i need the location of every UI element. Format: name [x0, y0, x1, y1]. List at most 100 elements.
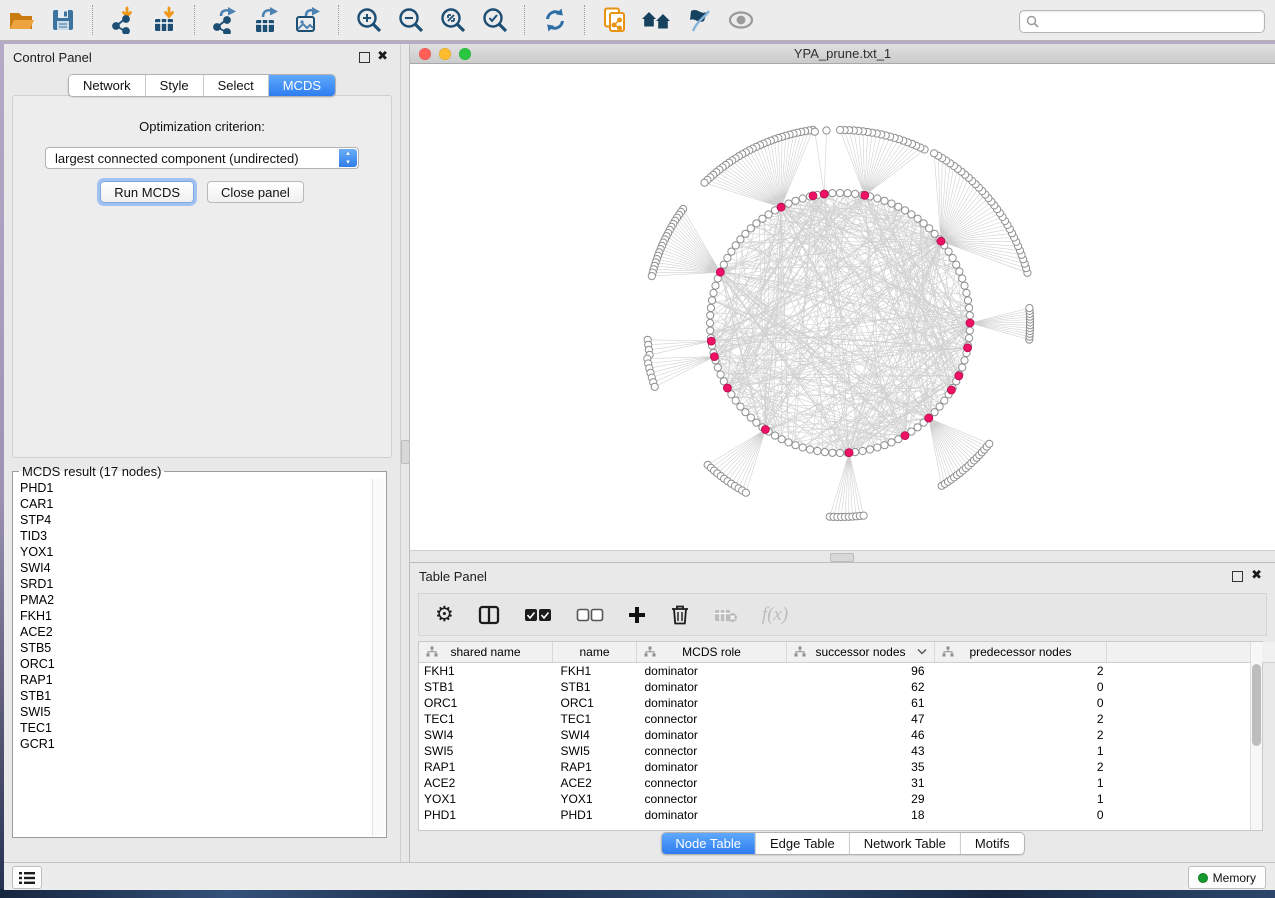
table-settings-icon[interactable]: ⚙: [435, 604, 454, 625]
optimization-criterion-select[interactable]: largest connected component (undirected)…: [45, 147, 359, 169]
delete-table-icon: [714, 607, 738, 623]
close-panel-icon[interactable]: ✖: [1251, 568, 1262, 582]
mcds-result-item[interactable]: STB1: [20, 688, 373, 704]
tab-node-table[interactable]: Node Table: [661, 833, 755, 854]
table-row[interactable]: ACE2ACE2connector311: [419, 775, 1275, 791]
mcds-result-item[interactable]: FKH1: [20, 608, 373, 624]
table-row[interactable]: RAP1RAP1dominator352: [419, 759, 1275, 775]
table-row[interactable]: SWI4SWI4dominator462: [419, 727, 1275, 743]
mcds-result-item[interactable]: GCR1: [20, 736, 373, 752]
zoom-selected-icon[interactable]: [478, 4, 512, 36]
add-column-icon[interactable]: [628, 606, 646, 624]
window-zoom-button[interactable]: [459, 48, 471, 60]
mcds-result-item[interactable]: STP4: [20, 512, 373, 528]
table-row[interactable]: YOX1YOX1connector291: [419, 791, 1275, 807]
apply-layout-icon[interactable]: [538, 4, 572, 36]
mcds-result-item[interactable]: SWI5: [20, 704, 373, 720]
cell-name: SWI5: [553, 743, 637, 759]
export-table-icon[interactable]: [250, 4, 284, 36]
show-all-networks-icon[interactable]: [640, 4, 674, 36]
network-canvas[interactable]: [410, 64, 1275, 550]
show-hidden-icon[interactable]: [724, 4, 758, 36]
mcds-result-list[interactable]: PHD1CAR1STP4TID3YOX1SWI4SRD1PMA2FKH1ACE2…: [14, 479, 373, 836]
import-network-icon[interactable]: [106, 4, 140, 36]
mcds-result-item[interactable]: ORC1: [20, 656, 373, 672]
tab-network[interactable]: Network: [69, 75, 145, 96]
annotation-mode-icon[interactable]: [682, 4, 716, 36]
network-view-window: YPA_prune.txt_1: [410, 44, 1275, 550]
close-panel-icon[interactable]: ✖: [377, 49, 388, 63]
cell-name: PHD1: [553, 807, 637, 823]
scrollbar-thumb[interactable]: [1252, 664, 1261, 746]
table-row[interactable]: FKH1FKH1dominator962: [419, 663, 1275, 680]
horizontal-split-divider[interactable]: [410, 550, 1275, 563]
export-image-icon[interactable]: [292, 4, 326, 36]
mcds-result-scrollbar[interactable]: [372, 479, 385, 836]
table-row[interactable]: TEC1TEC1connector472: [419, 711, 1275, 727]
mcds-result-item[interactable]: STB5: [20, 640, 373, 656]
network-graph[interactable]: [410, 64, 1275, 550]
mcds-result-item[interactable]: TEC1: [20, 720, 373, 736]
mcds-result-item[interactable]: PHD1: [20, 480, 373, 496]
cell-successor-nodes: 61: [787, 695, 935, 711]
tab-motifs[interactable]: Motifs: [960, 833, 1024, 854]
divider-grip[interactable]: [401, 440, 410, 464]
save-session-icon[interactable]: [46, 4, 80, 36]
column-header-MCDS-role[interactable]: MCDS role: [637, 642, 787, 663]
toolbar-separator: [584, 5, 586, 35]
tab-select[interactable]: Select: [203, 75, 268, 96]
cell-name: SWI4: [553, 727, 637, 743]
table-row[interactable]: PHD1PHD1dominator180: [419, 807, 1275, 823]
cell-name: ACE2: [553, 775, 637, 791]
show-columns-icon[interactable]: [478, 605, 500, 625]
mcds-result-item[interactable]: CAR1: [20, 496, 373, 512]
tab-edge-table[interactable]: Edge Table: [755, 833, 849, 854]
column-header-successor-nodes[interactable]: successor nodes: [787, 642, 935, 663]
deselect-all-rows-icon[interactable]: [576, 608, 604, 622]
open-file-icon[interactable]: [4, 4, 38, 36]
close-panel-button[interactable]: Close panel: [207, 181, 304, 203]
table-scrollbar[interactable]: [1250, 642, 1262, 830]
column-header-shared-name[interactable]: shared name: [419, 642, 553, 663]
mcds-result-item[interactable]: SWI4: [20, 560, 373, 576]
zoom-out-icon[interactable]: [394, 4, 428, 36]
cell-name: TEC1: [553, 711, 637, 727]
export-network-icon[interactable]: [208, 4, 242, 36]
table-row[interactable]: STB1STB1dominator620: [419, 679, 1275, 695]
zoom-fit-icon[interactable]: [436, 4, 470, 36]
memory-button[interactable]: Memory: [1188, 866, 1266, 889]
memory-label: Memory: [1213, 871, 1256, 885]
window-minimize-button[interactable]: [439, 48, 451, 60]
import-table-icon[interactable]: [148, 4, 182, 36]
tab-style[interactable]: Style: [145, 75, 203, 96]
main-toolbar: [0, 0, 1275, 41]
delete-column-icon[interactable]: [670, 604, 690, 625]
zoom-in-icon[interactable]: [352, 4, 386, 36]
column-header-name[interactable]: name: [553, 642, 637, 663]
mcds-result-item[interactable]: YOX1: [20, 544, 373, 560]
run-mcds-button[interactable]: Run MCDS: [100, 181, 194, 203]
mcds-result-item[interactable]: RAP1: [20, 672, 373, 688]
vertical-split-divider[interactable]: [400, 44, 410, 862]
float-panel-icon[interactable]: [1232, 571, 1243, 582]
cell-name: STB1: [553, 679, 637, 695]
table-row[interactable]: SWI5SWI5connector431: [419, 743, 1275, 759]
task-history-button[interactable]: [12, 866, 42, 889]
clone-network-icon[interactable]: [598, 4, 632, 36]
search-input[interactable]: [1043, 13, 1264, 31]
column-header-predecessor-nodes[interactable]: predecessor nodes: [935, 642, 1107, 663]
cell-name: ORC1: [553, 695, 637, 711]
mcds-result-item[interactable]: SRD1: [20, 576, 373, 592]
select-all-rows-icon[interactable]: [524, 608, 552, 622]
float-panel-icon[interactable]: [359, 52, 370, 63]
window-close-button[interactable]: [419, 48, 431, 60]
search-icon: [1026, 15, 1039, 28]
tab-mcds[interactable]: MCDS: [268, 75, 335, 96]
mcds-result-item[interactable]: PMA2: [20, 592, 373, 608]
tab-network-table[interactable]: Network Table: [849, 833, 960, 854]
mcds-result-item[interactable]: TID3: [20, 528, 373, 544]
table-row[interactable]: ORC1ORC1dominator610: [419, 695, 1275, 711]
mcds-result-item[interactable]: ACE2: [20, 624, 373, 640]
divider-grip[interactable]: [830, 553, 854, 562]
cell-MCDS-role: dominator: [637, 679, 787, 695]
